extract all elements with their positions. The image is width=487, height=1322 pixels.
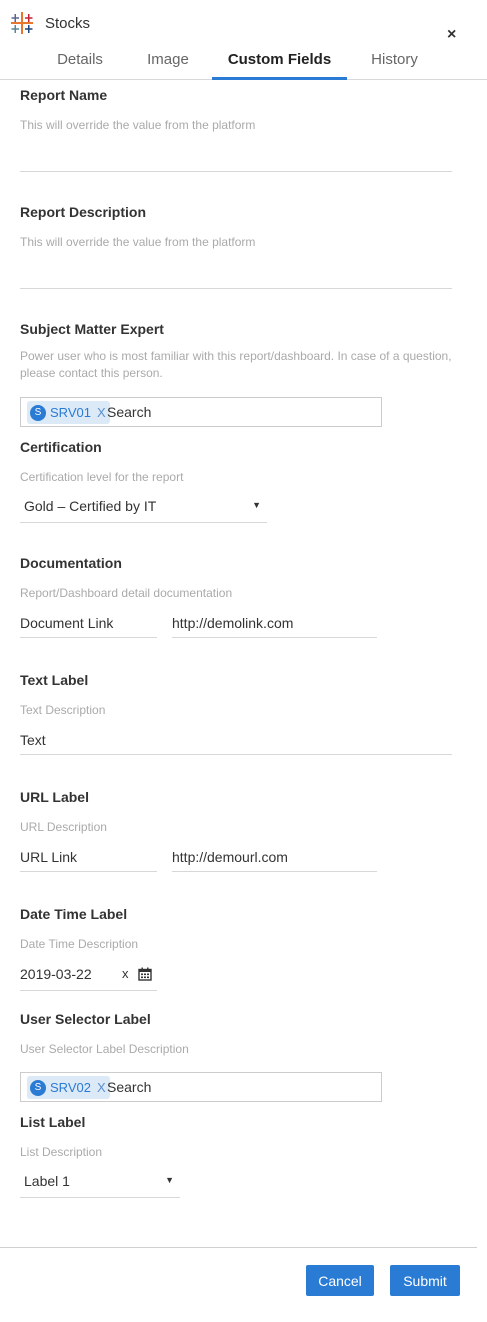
certification-title: Certification: [20, 439, 102, 455]
dialog-footer: Cancel Submit: [0, 1247, 477, 1322]
sme-search-input[interactable]: [107, 401, 367, 423]
tab-image[interactable]: Image: [145, 46, 191, 80]
report-name-input[interactable]: [20, 142, 452, 172]
date-picker[interactable]: 2019-03-22 x: [20, 959, 157, 991]
user-selector-description: User Selector Label Description: [20, 1042, 189, 1056]
user-selector-title: User Selector Label: [20, 1011, 151, 1027]
submit-button[interactable]: Submit: [390, 1265, 460, 1296]
remove-tag-button[interactable]: X: [97, 1080, 106, 1095]
calendar-icon[interactable]: [138, 967, 152, 981]
tab-history[interactable]: History: [367, 46, 422, 80]
list-selected-value: Label 1: [24, 1173, 70, 1189]
datetime-title: Date Time Label: [20, 906, 128, 922]
report-description-input[interactable]: [20, 259, 452, 289]
sme-description: Power user who is most familiar with thi…: [20, 349, 452, 380]
report-name-description: This will override the value from the pl…: [20, 118, 256, 132]
user-tag-label: SRV01: [50, 405, 91, 420]
document-link-label-input[interactable]: [20, 608, 157, 638]
url-label-description: URL Description: [20, 820, 107, 834]
document-link-url-input[interactable]: [172, 608, 377, 638]
text-input[interactable]: [20, 725, 452, 755]
remove-tag-button[interactable]: X: [97, 405, 106, 420]
certification-select[interactable]: Gold – Certified by IT ▼: [20, 491, 267, 523]
chevron-down-icon: ▼: [252, 500, 261, 510]
avatar: S: [30, 1079, 46, 1096]
list-label-description: List Description: [20, 1145, 103, 1159]
sme-user-picker[interactable]: S SRV01 X: [20, 397, 382, 427]
text-label-title: Text Label: [20, 672, 89, 688]
certification-selected-value: Gold – Certified by IT: [24, 498, 157, 514]
chevron-down-icon: ▼: [165, 1175, 174, 1185]
cancel-button[interactable]: Cancel: [306, 1265, 374, 1296]
report-description-title: Report Description: [20, 204, 147, 220]
app-title: Stocks: [45, 15, 91, 32]
list-select[interactable]: Label 1 ▼: [20, 1166, 180, 1198]
tab-custom-fields[interactable]: Custom Fields: [212, 46, 347, 80]
sme-title: Subject Matter Expert: [20, 321, 164, 337]
url-link-url-input[interactable]: [172, 842, 377, 872]
user-selector-search-input[interactable]: [107, 1076, 367, 1098]
user-tag: S SRV01 X: [27, 401, 110, 424]
url-label-title: URL Label: [20, 789, 89, 805]
tableau-logo-icon: [11, 12, 33, 34]
avatar: S: [30, 404, 46, 421]
documentation-description: Report/Dashboard detail documentation: [20, 586, 233, 600]
report-name-title: Report Name: [20, 87, 108, 103]
report-description-description: This will override the value from the pl…: [20, 235, 256, 249]
dialog-header: Stocks × Details Image Custom Fields His…: [0, 0, 487, 80]
text-label-description: Text Description: [20, 703, 106, 717]
url-link-label-input[interactable]: [20, 842, 157, 872]
user-selector-picker[interactable]: S SRV02 X: [20, 1072, 382, 1102]
tab-details[interactable]: Details: [57, 46, 103, 80]
date-value: 2019-03-22: [20, 966, 92, 982]
certification-description: Certification level for the report: [20, 470, 184, 484]
clear-date-button[interactable]: x: [122, 966, 129, 981]
datetime-description: Date Time Description: [20, 937, 139, 951]
close-icon[interactable]: ×: [447, 26, 456, 44]
list-label-title: List Label: [20, 1114, 86, 1130]
documentation-title: Documentation: [20, 555, 122, 571]
user-tag: S SRV02 X: [27, 1076, 110, 1099]
tab-bar: Details Image Custom Fields History: [0, 46, 487, 80]
user-tag-label: SRV02: [50, 1080, 91, 1095]
